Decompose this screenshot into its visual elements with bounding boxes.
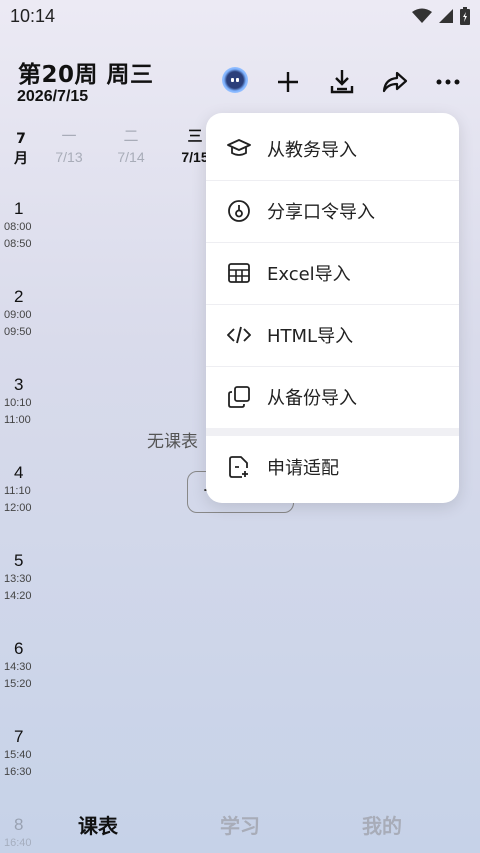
week-title: 第20周 周三 — [18, 62, 154, 88]
menu-import-excel[interactable]: Excel导入 — [206, 242, 459, 304]
more-button[interactable] — [432, 66, 464, 98]
slot-end: 16:30 — [4, 766, 32, 778]
nav-study[interactable]: 学习 — [220, 810, 260, 839]
menu-group-gap — [206, 428, 459, 436]
wifi-icon — [412, 8, 432, 23]
menu-import-share-code[interactable]: 分享口令导入 — [206, 180, 459, 242]
menu-import-backup[interactable]: 从备份导入 — [206, 366, 459, 428]
month-number: 7 — [16, 131, 26, 147]
graduation-cap-icon — [227, 137, 251, 161]
download-icon — [330, 70, 354, 94]
status-bar: 10:14 — [0, 0, 480, 34]
menu-import-academic[interactable]: 从教务导入 — [206, 118, 459, 180]
slot-number: 5 — [14, 551, 24, 570]
share-code-icon — [227, 199, 251, 223]
avatar-eye — [236, 78, 239, 82]
slot-end: 11:00 — [4, 414, 31, 426]
nav-schedule[interactable]: 课表 — [78, 810, 118, 839]
import-button[interactable] — [326, 66, 358, 98]
slot-number: 7 — [14, 727, 24, 746]
status-icons — [412, 7, 470, 25]
time-slot-2: 2 09:00 09:50 — [4, 287, 40, 341]
add-button[interactable] — [272, 66, 304, 98]
day-header-mon[interactable]: 一 7/13 — [49, 127, 89, 167]
battery-icon — [460, 7, 470, 25]
time-slot-5: 5 13:30 14:20 — [4, 551, 40, 605]
menu-label: 从教务导入 — [267, 140, 357, 161]
copy-icon — [227, 385, 251, 409]
table-icon — [227, 261, 251, 285]
status-time: 10:14 — [10, 6, 56, 26]
day-name: 二 — [123, 127, 139, 145]
plus-icon — [278, 72, 298, 92]
slot-end: 12:00 — [4, 502, 32, 514]
slot-start: 14:30 — [4, 661, 32, 673]
slot-number: 3 — [14, 375, 24, 394]
menu-label: HTML导入 — [267, 326, 354, 347]
slot-start: 15:40 — [4, 749, 32, 761]
slot-end: 09:50 — [4, 326, 32, 338]
menu-import-html[interactable]: HTML导入 — [206, 304, 459, 366]
time-slot-3: 3 10:10 11:00 — [4, 375, 40, 429]
slot-start: 10:10 — [4, 397, 32, 409]
slot-end: 08:50 — [4, 238, 32, 250]
slot-start: 13:30 — [4, 573, 32, 585]
time-slot-4: 4 11:10 12:00 — [4, 463, 40, 517]
time-slot-1: 1 08:00 08:50 — [4, 199, 40, 253]
share-arrow-icon — [382, 71, 408, 93]
time-slot-7: 7 15:40 16:30 — [4, 727, 40, 781]
day-header-tue[interactable]: 二 7/14 — [111, 127, 151, 167]
slot-end: 14:20 — [4, 590, 32, 602]
day-name: 一 — [61, 127, 77, 145]
file-add-icon — [227, 455, 251, 479]
day-date: 7/14 — [117, 149, 145, 165]
import-menu: 从教务导入 分享口令导入 Excel导入 HTML导入 从备份导入 申请适配 — [206, 113, 459, 503]
current-date: 2026/7/15 — [17, 88, 89, 105]
slot-number: 1 — [14, 199, 24, 218]
menu-label: 申请适配 — [267, 458, 339, 479]
slot-start: 08:00 — [4, 221, 32, 233]
time-slot-6: 6 14:30 15:20 — [4, 639, 40, 693]
assistant-avatar[interactable] — [222, 67, 248, 93]
empty-schedule-text: 无课表 — [147, 432, 198, 452]
slot-start: 11:10 — [4, 485, 31, 497]
nav-mine[interactable]: 我的 — [362, 810, 402, 839]
menu-label: Excel导入 — [267, 264, 351, 285]
menu-label: 分享口令导入 — [267, 202, 375, 223]
menu-label: 从备份导入 — [267, 388, 357, 409]
more-dots-icon — [436, 79, 460, 85]
menu-request-adaptation[interactable]: 申请适配 — [206, 436, 459, 498]
slot-start: 09:00 — [4, 309, 32, 321]
slot-number: 6 — [14, 639, 24, 658]
code-icon — [227, 323, 251, 347]
share-button[interactable] — [379, 66, 411, 98]
day-date: 7/13 — [55, 149, 83, 165]
signal-icon — [439, 9, 453, 23]
month-label: 7 月 — [10, 129, 32, 169]
avatar-eye — [231, 78, 234, 82]
slot-end: 15:20 — [4, 678, 32, 690]
month-unit: 月 — [14, 151, 28, 167]
slot-number: 4 — [14, 463, 24, 482]
slot-number: 2 — [14, 287, 24, 306]
bottom-nav: 课表 学习 我的 — [0, 800, 480, 853]
